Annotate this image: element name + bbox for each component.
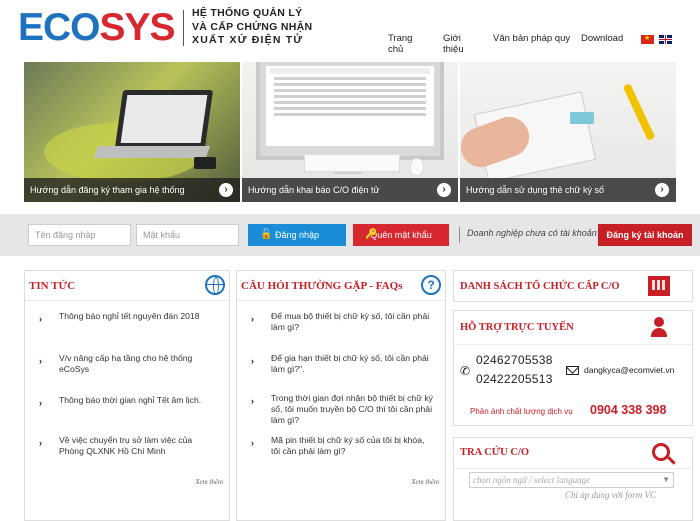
lookup-note: Chỉ áp dụng với form VC (564, 490, 656, 500)
list-item[interactable]: › Để gia hạn thiết bị chữ ký số, tôi cần … (237, 353, 445, 375)
chevron-right-icon: › (39, 314, 42, 324)
banner-caption: Hướng dẫn đăng ký tham gia hệ thống (24, 178, 240, 202)
chevron-right-icon: › (251, 396, 254, 406)
language-select[interactable]: chọn ngôn ngữ / select language ▼ (469, 472, 674, 488)
arrow-right-circle-icon[interactable]: › (655, 183, 669, 197)
site-tagline: HỆ THỐNG QUẢN LÝ VÀ CẤP CHỨNG NHẬN XUẤT … (192, 7, 313, 46)
globe-icon (205, 275, 225, 295)
watch-image (622, 83, 656, 141)
nav-regulations[interactable]: Văn bản pháp quy (493, 33, 570, 44)
arrow-right-circle-icon[interactable]: › (437, 183, 451, 197)
list-item[interactable]: › Về việc chuyển trụ sở làm việc của Phòn… (25, 435, 229, 457)
co-organizations-title: DANH SÁCH TỔ CHỨC CẤP C/O (460, 281, 620, 292)
hotline-number[interactable]: 0904 338 398 (590, 403, 666, 417)
co-organizations-box[interactable]: DANH SÁCH TỔ CHỨC CẤP C/O (453, 270, 693, 302)
login-button[interactable]: 🔓 Đăng nhập (248, 224, 346, 246)
key-icon: 🔑 (365, 229, 378, 240)
faq-panel: CÂU HỎI THƯỜNG GẶP - FAQs ? › Để mua bộ t… (236, 270, 446, 521)
list-item[interactable]: › Trong thời gian đợi nhận bộ thiết bị ch… (237, 393, 445, 426)
chevron-right-icon: › (251, 438, 254, 448)
list-item[interactable]: › V/v nâng cấp hạ tầng cho hệ thống eCoSy… (25, 353, 229, 375)
laptop-image (114, 90, 214, 148)
chevron-right-icon: › (251, 356, 254, 366)
nav-download[interactable]: Download (581, 33, 623, 44)
chevron-right-icon: › (39, 356, 42, 366)
building-icon (648, 276, 670, 296)
chevron-right-icon: › (39, 438, 42, 448)
banner-caption: Hướng dẫn sử dụng thẻ chữ ký số (460, 178, 676, 202)
keyboard-image (304, 154, 400, 172)
no-account-text: Doanh nghiệp chưa có tài khoản? (467, 228, 602, 238)
list-item[interactable]: › Để mua bộ thiết bị chữ ký số, tôi cần p… (237, 311, 445, 333)
support-email[interactable]: dangkyca@ecomviet.vn (584, 365, 674, 375)
co-lookup-box: TRA CỨU C/O chọn ngôn ngữ / select langu… (453, 437, 693, 521)
en-flag-icon[interactable] (659, 35, 672, 44)
logo-divider (183, 10, 184, 46)
support-agent-icon (650, 317, 668, 339)
online-support-box: HỖ TRỢ TRỰC TUYẾN ✆ 02462705538 02422205… (453, 310, 693, 426)
list-item[interactable]: › Mã pin thiết bị chữ ký số của tôi bị kh… (237, 435, 445, 457)
mouse-image (410, 158, 424, 176)
register-button[interactable]: Đăng ký tài khoản (598, 224, 692, 246)
phone-image (194, 157, 216, 169)
site-header: ECOSYS HỆ THỐNG QUẢN LÝ VÀ CẤP CHỨNG NHẬ… (0, 0, 700, 58)
support-phone[interactable]: 02462705538 (476, 353, 553, 367)
banner-register-guide[interactable]: Hướng dẫn đăng ký tham gia hệ thống › (24, 62, 240, 202)
chevron-right-icon: › (251, 314, 254, 324)
faq-see-more-link[interactable]: Xem thêm (411, 478, 439, 486)
faq-title: CÂU HỎI THƯỜNG GẶP - FAQs (241, 280, 403, 292)
arrow-right-circle-icon[interactable]: › (219, 183, 233, 197)
nav-about[interactable]: Giới thiệu (443, 33, 464, 55)
username-input[interactable]: Tên đăng nhập (28, 224, 131, 246)
chevron-right-icon: › (39, 398, 42, 408)
nav-home[interactable]: Trang chủ (388, 33, 412, 55)
banner-co-declaration-guide[interactable]: Hướng dẫn khai báo C/O điện tử › (242, 62, 458, 202)
search-icon (652, 443, 670, 461)
list-item[interactable]: › Thông báo thời gian nghỉ Tết âm lịch. (25, 395, 211, 408)
support-phone[interactable]: 02422205513 (476, 372, 553, 386)
divider (459, 227, 460, 243)
news-title: TIN TỨC (29, 280, 76, 292)
imac-image (256, 62, 444, 160)
password-input[interactable]: Mật khẩu (136, 224, 239, 246)
banner-digital-signature-guide[interactable]: Hướng dẫn sử dụng thẻ chữ ký số › (460, 62, 676, 202)
login-bar: Tên đăng nhập Mật khẩu 🔓 Đăng nhập 🔑 Quê… (0, 214, 700, 256)
ecosys-logo[interactable]: ECOSYS (18, 8, 176, 48)
phone-icon: ✆ (460, 364, 471, 378)
mail-icon (566, 366, 579, 375)
news-see-more-link[interactable]: Xem thêm (195, 478, 223, 486)
online-support-title: HỖ TRỢ TRỰC TUYẾN (460, 322, 574, 333)
usb-token-image (570, 112, 594, 124)
unlock-icon: 🔓 (260, 229, 273, 240)
vn-flag-icon[interactable] (641, 34, 654, 44)
list-item[interactable]: › Thông báo nghỉ tết nguyên đán 2018 (25, 311, 209, 324)
banner-caption: Hướng dẫn khai báo C/O điện tử (242, 178, 458, 202)
co-lookup-title: TRA CỨU C/O (460, 447, 530, 458)
chevron-down-icon: ▼ (662, 475, 670, 484)
service-feedback-link[interactable]: Phản ánh chất lượng dịch vụ (470, 407, 573, 416)
news-panel: TIN TỨC › Thông báo nghỉ tết nguyên đán 2… (24, 270, 230, 521)
question-icon: ? (421, 275, 441, 295)
forgot-password-button[interactable]: 🔑 Quên mật khẩu (353, 224, 449, 246)
